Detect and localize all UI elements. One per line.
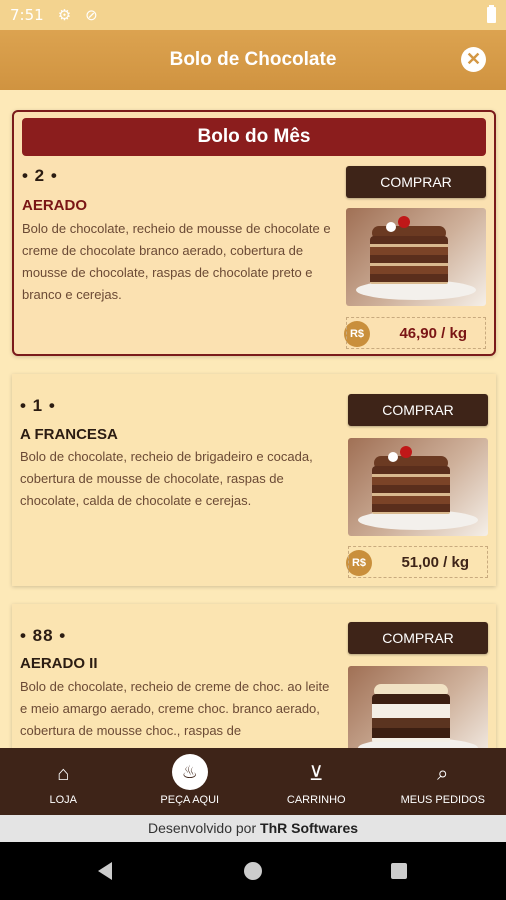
developer-footer: Desenvolvido por ThR Softwares <box>0 815 506 842</box>
product-name: A FRANCESA <box>20 426 118 443</box>
nav-item-carrinho[interactable]: ⊻ CARRINHO <box>253 748 380 815</box>
settings-icon: ⚙ <box>57 7 72 24</box>
battery-icon <box>487 5 496 23</box>
product-photo[interactable] <box>346 208 486 306</box>
back-icon[interactable] <box>98 862 112 880</box>
home-button-icon[interactable] <box>244 862 262 880</box>
product-name: AERADO II <box>20 655 98 672</box>
sync-icon: ⊘ <box>85 7 98 24</box>
home-icon: ⌂ <box>57 763 70 785</box>
product-description: Bolo de chocolate, recheio de mousse de … <box>22 221 331 302</box>
product-rank: • 88 • <box>20 626 67 645</box>
product-rank: • 1 • <box>20 396 56 415</box>
nav-label: LOJA <box>49 794 77 806</box>
footer-company: ThR Softwares <box>260 820 359 836</box>
status-time: 7:51 <box>10 6 44 24</box>
product-price: 46,90 / kg <box>346 317 486 349</box>
cake-icon: ♨ <box>171 754 208 790</box>
nav-label: PEÇA AQUI <box>160 794 220 806</box>
recent-apps-icon[interactable] <box>391 863 407 879</box>
product-price: 51,00 / kg <box>348 546 488 578</box>
nav-item-loja[interactable]: ⌂ LOJA <box>0 748 127 815</box>
product-card[interactable]: • 1 • A FRANCESA Bolo de chocolate, rech… <box>12 374 496 586</box>
product-list[interactable]: Bolo do Mês • 2 • AERADO Bolo de chocola… <box>0 90 506 748</box>
product-card[interactable]: • 88 • AERADO II Bolo de chocolate, rech… <box>12 604 496 748</box>
featured-product-card[interactable]: Bolo do Mês • 2 • AERADO Bolo de chocola… <box>12 110 496 356</box>
buy-button[interactable]: COMPRAR <box>348 394 488 426</box>
search-icon: ⌕ <box>437 763 449 785</box>
system-navigation-bar <box>0 842 506 900</box>
product-name: AERADO <box>22 197 88 214</box>
status-bar: 7:51 ⚙ ⊘ <box>0 0 506 30</box>
nav-item-peca-aqui[interactable]: ♨ PEÇA AQUI <box>127 748 254 815</box>
page-title: Bolo de Chocolate <box>169 49 337 70</box>
product-photo[interactable] <box>348 438 488 536</box>
product-photo[interactable] <box>348 666 488 748</box>
product-description: Bolo de chocolate, recheio de brigadeiro… <box>20 449 313 508</box>
app-bar: Bolo de Chocolate ✕ <box>0 30 506 90</box>
basket-icon: ⊻ <box>308 763 324 785</box>
product-rank: • 2 • <box>22 166 58 185</box>
footer-prefix: Desenvolvido por <box>147 820 257 836</box>
featured-banner: Bolo do Mês <box>22 118 486 156</box>
close-icon[interactable]: ✕ <box>461 47 486 72</box>
product-description: Bolo de chocolate, recheio de creme de c… <box>20 679 330 738</box>
buy-button[interactable]: COMPRAR <box>348 622 488 654</box>
nav-label: CARRINHO <box>286 794 346 806</box>
bottom-navigation: ⌂ LOJA ♨ PEÇA AQUI ⊻ CARRINHO ⌕ MEUS PED… <box>0 748 506 815</box>
nav-label: MEUS PEDIDOS <box>400 794 485 806</box>
buy-button[interactable]: COMPRAR <box>346 166 486 198</box>
nav-item-meus-pedidos[interactable]: ⌕ MEUS PEDIDOS <box>380 748 506 815</box>
